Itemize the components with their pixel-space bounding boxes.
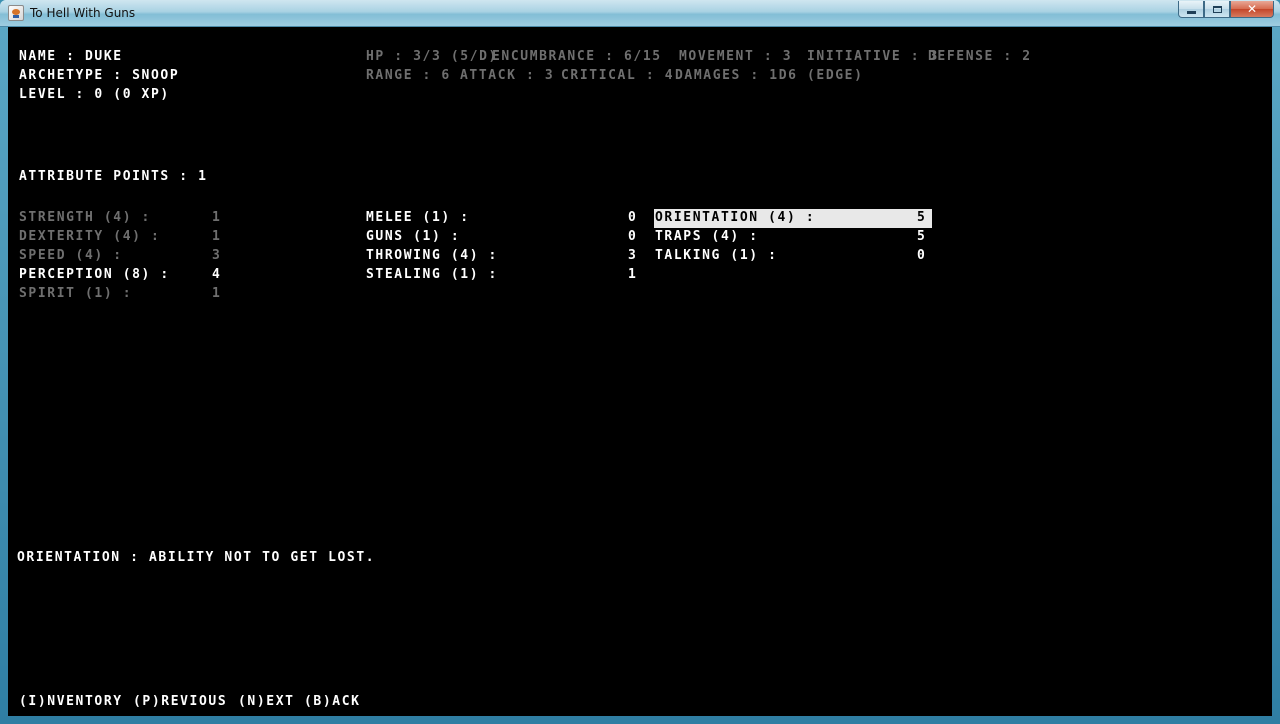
stat-encumbrance: ENCUMBRANCE : 6/15	[492, 49, 662, 64]
attribute-speed-value: 3	[212, 248, 222, 263]
attribute-dexterity-label[interactable]: DEXTERITY (4) :	[19, 228, 160, 246]
command-next[interactable]: (N)EXT	[238, 693, 295, 711]
skill-melee-label[interactable]: MELEE (1) :	[366, 209, 470, 227]
character-archetype: ARCHETYPE : SNOOP	[19, 68, 180, 83]
skill-traps-value: 5	[917, 229, 927, 244]
skill-stealing-label[interactable]: STEALING (1) :	[366, 266, 498, 284]
attribute-spirit-value: 1	[212, 286, 222, 301]
skill-talking-value: 0	[917, 248, 927, 263]
attribute-dexterity-value: 1	[212, 229, 222, 244]
stat-defense: DEFENSE : 2	[928, 49, 1032, 64]
attribute-points: ATTRIBUTE POINTS : 1	[19, 169, 208, 184]
command-inventory[interactable]: (I)NVENTORY	[19, 693, 123, 711]
minimize-button[interactable]	[1178, 1, 1204, 18]
maximize-button[interactable]	[1204, 1, 1230, 18]
skill-guns-value: 0	[628, 229, 638, 244]
minimize-icon	[1179, 1, 1203, 17]
skill-melee-value: 0	[628, 210, 638, 225]
command-previous[interactable]: (P)REVIOUS	[133, 693, 227, 711]
skill-orientation-row-selected[interactable]: ORIENTATION (4) : 5	[654, 209, 932, 228]
skill-stealing-value: 1	[628, 267, 638, 282]
command-back[interactable]: (B)ACK	[304, 693, 361, 711]
game-viewport[interactable]: NAME : DUKE ARCHETYPE : SNOOP LEVEL : 0 …	[8, 27, 1272, 716]
java-app-icon[interactable]	[8, 5, 24, 21]
skill-orientation-value: 5	[917, 210, 927, 225]
stat-damages: DAMAGES : 1D6 (EDGE)	[675, 68, 864, 83]
window-title: To Hell With Guns	[30, 6, 136, 20]
character-sheet: NAME : DUKE ARCHETYPE : SNOOP LEVEL : 0 …	[8, 27, 1272, 716]
window-controls: ✕	[1178, 1, 1274, 19]
character-level: LEVEL : 0 (0 XP)	[19, 87, 170, 102]
skill-guns-label[interactable]: GUNS (1) :	[366, 228, 460, 246]
attribute-spirit-label[interactable]: SPIRIT (1) :	[19, 285, 132, 303]
close-icon: ✕	[1246, 2, 1258, 16]
attribute-strength-label[interactable]: STRENGTH (4) :	[19, 209, 151, 227]
skill-traps-label[interactable]: TRAPS (4) :	[655, 228, 759, 246]
skill-talking-label[interactable]: TALKING (1) :	[655, 247, 778, 265]
attribute-perception-value: 4	[212, 267, 222, 282]
skill-throwing-value: 3	[628, 248, 638, 263]
stat-initiative: INITIATIVE : 3	[807, 49, 939, 64]
application-window: To Hell With Guns ✕ NAME : DUKE ARCHETYP…	[0, 0, 1280, 724]
attribute-perception-label[interactable]: PERCEPTION (8) :	[19, 266, 170, 284]
stat-movement: MOVEMENT : 3	[679, 49, 793, 64]
attribute-speed-label[interactable]: SPEED (4) :	[19, 247, 123, 265]
maximize-icon	[1205, 1, 1229, 17]
stat-range: RANGE : 6	[366, 68, 451, 83]
skill-description: ORIENTATION : ABILITY NOT TO GET LOST.	[17, 550, 376, 565]
skill-orientation-label: ORIENTATION (4) :	[655, 210, 816, 225]
stat-critical: CRITICAL : 4	[561, 68, 675, 83]
attribute-strength-value: 1	[212, 210, 222, 225]
close-button[interactable]: ✕	[1230, 1, 1274, 18]
title-bar[interactable]: To Hell With Guns ✕	[0, 0, 1280, 27]
stat-attack: ATTACK : 3	[460, 68, 555, 83]
character-name: NAME : DUKE	[19, 49, 123, 64]
skill-throwing-label[interactable]: THROWING (4) :	[366, 247, 498, 265]
stat-hp: HP : 3/3 (5/D)	[366, 49, 498, 64]
